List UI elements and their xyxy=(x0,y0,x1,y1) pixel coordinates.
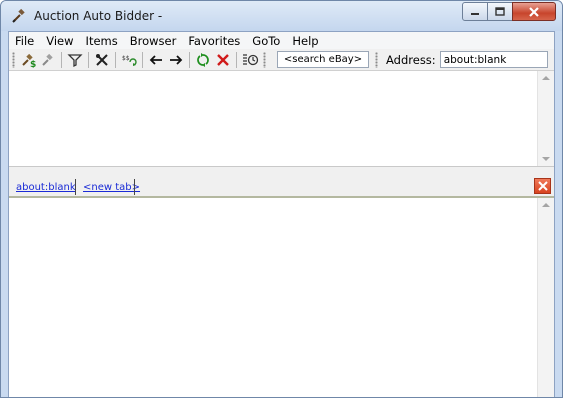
close-icon xyxy=(529,6,539,17)
menu-browser[interactable]: Browser xyxy=(124,34,183,48)
menu-goto[interactable]: GoTo xyxy=(246,34,286,48)
address-input[interactable]: about:blank xyxy=(439,51,548,68)
toolbar-grip[interactable] xyxy=(12,51,15,68)
toolbar-separator xyxy=(61,51,62,68)
menu-view[interactable]: View xyxy=(40,34,79,48)
close-icon xyxy=(537,181,548,191)
scroll-up-icon[interactable] xyxy=(542,203,550,207)
window-controls xyxy=(462,2,556,21)
minimize-icon xyxy=(471,12,479,15)
forward-arrow-icon xyxy=(170,54,183,65)
filter-icon xyxy=(67,53,83,67)
scroll-up-icon[interactable] xyxy=(542,76,550,80)
svg-text:$: $ xyxy=(30,60,36,68)
toolbar-grip[interactable] xyxy=(263,51,266,68)
tools-button[interactable] xyxy=(92,50,112,70)
stop-icon xyxy=(217,53,229,66)
gavel-button[interactable] xyxy=(38,50,58,70)
menu-file[interactable]: File xyxy=(9,34,40,48)
refresh-items-button[interactable]: $$ xyxy=(119,50,139,70)
scroll-down-icon[interactable] xyxy=(542,157,550,161)
gavel-app-icon xyxy=(11,8,27,24)
top-browser-pane[interactable] xyxy=(9,71,554,167)
bottom-browser-pane[interactable] xyxy=(9,198,554,397)
maximize-button[interactable] xyxy=(487,2,513,21)
menu-bar: File View Items Browser Favorites GoTo H… xyxy=(9,32,554,49)
gavel-icon xyxy=(42,53,53,66)
bid-button[interactable]: $ xyxy=(18,50,38,70)
minimize-button[interactable] xyxy=(462,2,488,21)
menu-favorites[interactable]: Favorites xyxy=(182,34,246,48)
title-bar[interactable]: Auction Auto Bidder - xyxy=(1,1,562,31)
toolbar-separator xyxy=(115,51,116,68)
toolbar-separator xyxy=(236,51,237,68)
timer-button[interactable] xyxy=(240,50,260,70)
tab-strip: about:blank <new tab> xyxy=(9,176,554,198)
tools-icon xyxy=(96,53,108,66)
timer-icon xyxy=(243,53,259,65)
app-window: Auction Auto Bidder - File View Items Br… xyxy=(0,0,563,398)
tab-separator xyxy=(134,179,135,195)
reload-button[interactable] xyxy=(193,50,213,70)
tab-separator xyxy=(75,179,76,195)
menu-items[interactable]: Items xyxy=(80,34,124,48)
forward-button[interactable] xyxy=(166,50,186,70)
refresh-items-icon: $$ xyxy=(122,55,137,66)
toolbar: $ $$ <search eBay> Address: about:blank xyxy=(9,49,554,71)
toolbar-grip[interactable] xyxy=(375,51,378,68)
bottom-pane-scrollbar[interactable] xyxy=(537,198,554,397)
maximize-icon xyxy=(495,7,505,16)
window-title: Auction Auto Bidder - xyxy=(34,9,163,23)
menu-help[interactable]: Help xyxy=(286,34,324,48)
toolbar-separator xyxy=(189,51,190,68)
address-label: Address: xyxy=(386,52,436,67)
back-button[interactable] xyxy=(146,50,166,70)
toolbar-separator xyxy=(142,51,143,68)
top-pane-scrollbar[interactable] xyxy=(537,71,554,166)
filter-button[interactable] xyxy=(65,50,85,70)
stop-button[interactable] xyxy=(213,50,233,70)
svg-text:$$: $$ xyxy=(122,55,130,62)
toolbar-separator xyxy=(88,51,89,68)
bid-dollar-icon: $ xyxy=(22,53,36,68)
tab-about-blank[interactable]: about:blank xyxy=(12,178,80,196)
close-tab-button[interactable] xyxy=(534,178,551,194)
back-arrow-icon xyxy=(149,54,162,65)
client-area: File View Items Browser Favorites GoTo H… xyxy=(8,31,555,397)
search-ebay-input[interactable]: <search eBay> xyxy=(277,51,369,68)
reload-icon xyxy=(197,52,209,67)
close-button[interactable] xyxy=(512,2,556,21)
